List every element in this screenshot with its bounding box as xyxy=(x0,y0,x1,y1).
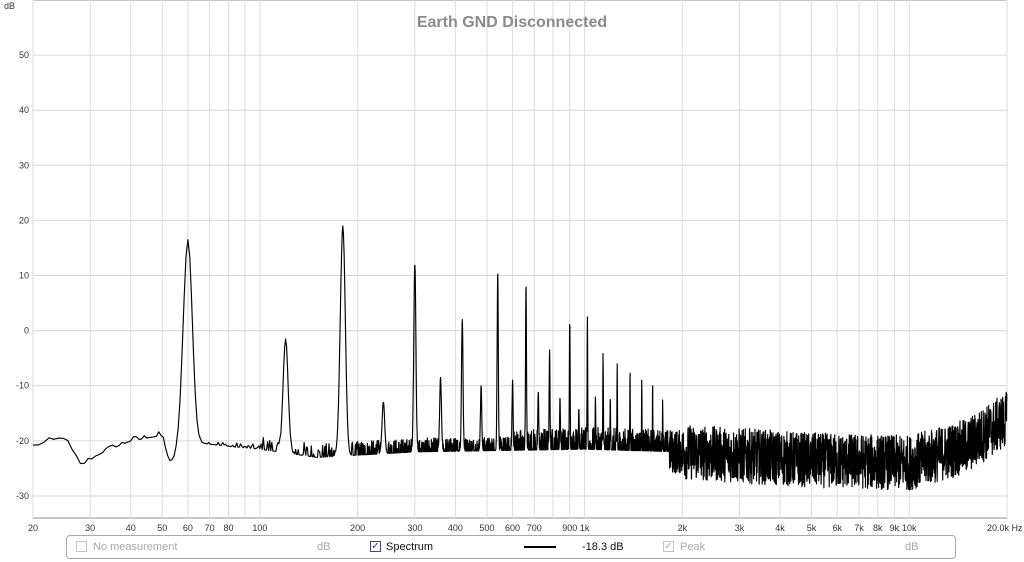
no-measurement-checkbox[interactable] xyxy=(76,541,87,552)
peak-point xyxy=(548,349,550,351)
peak-point xyxy=(662,396,664,398)
x-tick-label: 100 xyxy=(252,523,267,533)
y-tick-label: -10 xyxy=(16,381,29,391)
y-tick-label: 10 xyxy=(19,271,29,281)
spectrum-line-swatch xyxy=(524,546,556,548)
y-tick-label: 50 xyxy=(19,50,29,60)
x-tick-label: 40 xyxy=(126,523,136,533)
x-tick-label: 50 xyxy=(157,523,167,533)
y-tick-label: 40 xyxy=(19,105,29,115)
peak-point xyxy=(641,376,643,378)
x-tick-label: 200 xyxy=(350,523,365,533)
peak-point xyxy=(497,272,499,274)
x-tick-label: 20.0k Hz xyxy=(987,523,1023,533)
y-tick-label: 30 xyxy=(19,160,29,170)
peak-point xyxy=(525,283,527,285)
peak-point xyxy=(187,239,189,241)
x-tick-label: 7k xyxy=(854,523,864,533)
y-tick-label: -20 xyxy=(16,436,29,446)
peak-point xyxy=(559,396,561,398)
peak-point xyxy=(439,376,441,378)
chart-title: Earth GND Disconnected xyxy=(417,14,607,31)
x-tick-label: 500 xyxy=(479,523,494,533)
x-tick-label: 1k xyxy=(580,523,590,533)
x-tick-label: 400 xyxy=(448,523,463,533)
x-tick-label: 900 xyxy=(562,523,577,533)
x-tick-label: 6k xyxy=(832,523,842,533)
peak-checkbox[interactable]: ✓ xyxy=(663,541,674,552)
x-tick-label: 10k xyxy=(902,523,917,533)
x-tick-label: 30 xyxy=(85,523,95,533)
no-measurement-label: No measurement xyxy=(93,541,178,553)
y-tick-label: 0 xyxy=(24,326,29,336)
peak-point xyxy=(382,401,384,403)
spectrum-value: -18.3 dB xyxy=(582,541,624,553)
spectrum-chart: 50403020100-10-20-30 20 30 40 50 60 70 80 100 20… xyxy=(4,0,1023,533)
peak-point xyxy=(602,352,604,354)
peak-point xyxy=(480,385,482,387)
peak-point xyxy=(537,390,539,392)
peak-point xyxy=(511,379,513,381)
x-tick-label: 2k xyxy=(678,523,688,533)
no-measurement-unit: dB xyxy=(317,541,331,553)
peak-label: Peak xyxy=(680,541,706,553)
peak-point xyxy=(414,263,416,265)
y-axis-ticks: 50 40 30 20 10 0 -10 -20 -30 xyxy=(16,50,29,501)
peak-point xyxy=(651,379,653,381)
peak-point xyxy=(578,407,580,409)
peak-point xyxy=(586,316,588,318)
x-axis-ticks: 20 30 40 50 60 70 80 100 200 300 400 500 600 700 900 1k… xyxy=(28,523,1023,533)
x-tick-label: 3k xyxy=(735,523,745,533)
x-tick-label: 8k xyxy=(873,523,883,533)
spectrum-label: Spectrum xyxy=(386,541,434,553)
peak-point xyxy=(594,396,596,398)
peak-point xyxy=(609,396,611,398)
peak-point xyxy=(461,318,463,320)
x-tick-label: 20 xyxy=(28,523,38,533)
spectrum-checkbox[interactable]: ✓ xyxy=(370,541,381,552)
x-tick-label: 60 xyxy=(183,523,193,533)
x-tick-label: 9k xyxy=(890,523,900,533)
peak-point xyxy=(629,368,631,370)
peak-point xyxy=(342,225,344,227)
x-tick-label: 70 xyxy=(205,523,215,533)
y-axis-label: dB xyxy=(4,1,15,11)
peak-unit: dB xyxy=(905,541,919,553)
x-tick-label: 700 xyxy=(527,523,542,533)
x-tick-label: 300 xyxy=(407,523,422,533)
y-tick-label: 20 xyxy=(19,215,29,225)
peak-point xyxy=(616,363,618,365)
x-tick-label: 5k xyxy=(807,523,817,533)
y-tick-label: -30 xyxy=(16,491,29,501)
peak-point xyxy=(569,318,571,320)
x-tick-label: 80 xyxy=(223,523,233,533)
x-tick-label: 600 xyxy=(505,523,520,533)
legend-bar: No measurement dB ✓ Spectrum -18.3 dB ✓ … xyxy=(66,535,956,559)
x-tick-label: 4k xyxy=(775,523,785,533)
peak-point xyxy=(284,338,286,340)
